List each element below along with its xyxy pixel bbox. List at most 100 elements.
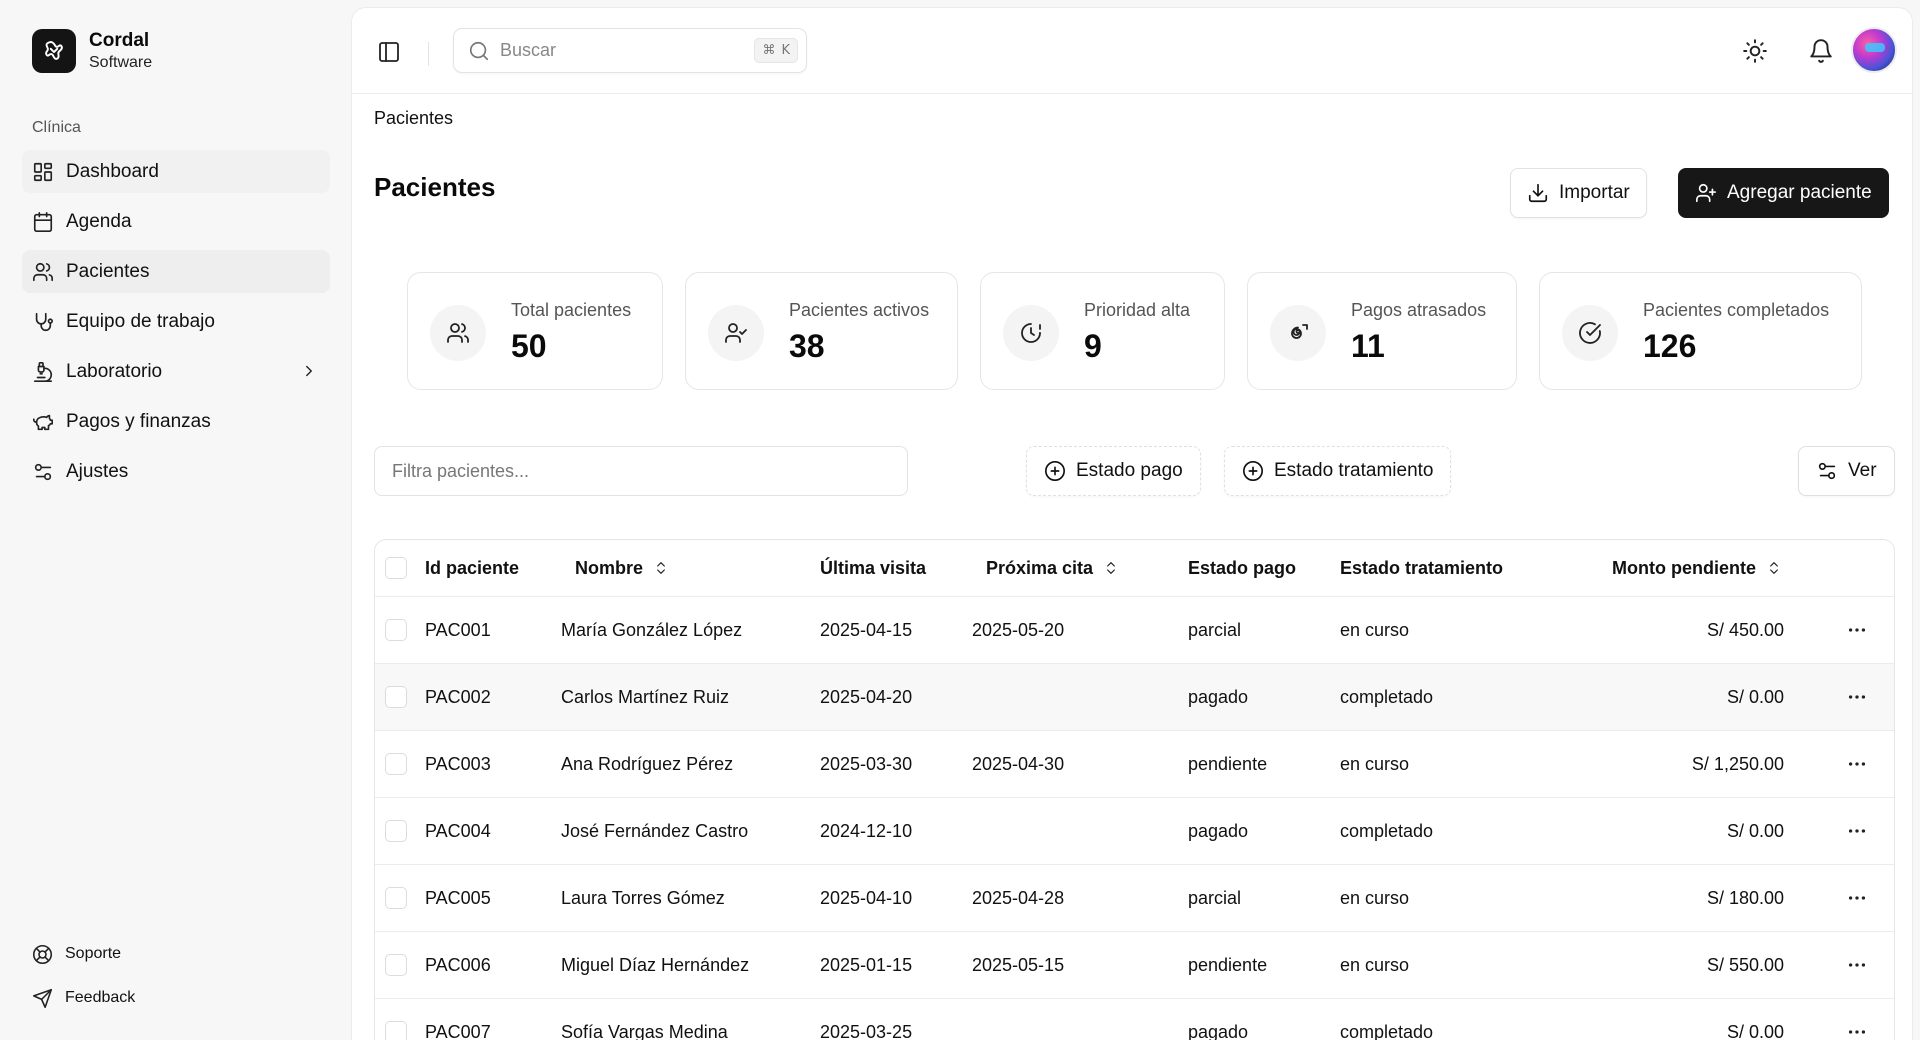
view-options-button[interactable]: Ver <box>1798 446 1895 496</box>
row-checkbox[interactable] <box>385 954 407 976</box>
stat-card-overdue: Pagos atrasados 11 <box>1247 272 1517 390</box>
patient-id: PAC001 <box>425 619 491 640</box>
treatment-status: completado <box>1340 820 1434 841</box>
column-header-next-label: Próxima cita <box>986 557 1094 578</box>
column-header-name[interactable]: Nombre <box>575 540 669 596</box>
patient-id: PAC006 <box>425 954 491 975</box>
treatment-status-filter[interactable]: Estado tratamiento <box>1224 446 1452 496</box>
settings-sliders-icon <box>1816 460 1838 482</box>
column-header-next-appointment[interactable]: Próxima cita <box>986 540 1119 596</box>
sidebar-item-laboratorio[interactable]: Laboratorio <box>22 350 330 393</box>
sidebar-item-label: Pagos y finanzas <box>66 410 211 432</box>
add-patient-button[interactable]: Agregar paciente <box>1678 168 1889 218</box>
last-visit: 2025-03-30 <box>820 753 913 774</box>
row-checkbox[interactable] <box>385 753 407 775</box>
column-header-treatment-status: Estado tratamiento <box>1340 557 1504 578</box>
table-row[interactable]: PAC001 María González López 2025-04-15 2… <box>375 597 1894 664</box>
sidebar-nav: Dashboard Agenda Pacientes Equipo de tra… <box>22 150 330 500</box>
treatment-status: en curso <box>1340 619 1410 640</box>
shortcut-key: K <box>781 43 790 58</box>
sidebar-item-label: Agenda <box>66 210 132 232</box>
last-visit: 2025-01-15 <box>820 954 913 975</box>
next-appointment: 2025-04-28 <box>972 887 1065 908</box>
column-header-name-label: Nombre <box>575 557 644 578</box>
sidebar-item-dashboard[interactable]: Dashboard <box>22 150 330 193</box>
sidebar-item-ajustes[interactable]: Ajustes <box>22 450 330 493</box>
payment-status: pendiente <box>1188 753 1268 774</box>
payment-status-filter[interactable]: Estado pago <box>1026 446 1201 496</box>
row-checkbox[interactable] <box>385 820 407 842</box>
brand-logo-icon <box>32 29 76 73</box>
stat-value: 126 <box>1643 328 1697 364</box>
sidebar-item-feedback[interactable]: Feedback <box>22 979 330 1017</box>
last-visit: 2025-03-25 <box>820 1021 913 1040</box>
next-appointment: 2025-04-30 <box>972 753 1065 774</box>
check-circle-icon <box>1562 305 1618 361</box>
sidebar: Cordal Software Clínica Dashboard Agenda… <box>0 0 352 1040</box>
row-checkbox[interactable] <box>385 1021 407 1040</box>
sort-icon <box>653 560 669 576</box>
sidebar-item-pacientes[interactable]: Pacientes <box>22 250 330 293</box>
row-actions-ellipsis-icon[interactable] <box>1846 887 1868 909</box>
row-actions-ellipsis-icon[interactable] <box>1846 954 1868 976</box>
microscope-icon <box>32 361 54 383</box>
row-actions-ellipsis-icon[interactable] <box>1846 753 1868 775</box>
last-visit: 2025-04-20 <box>820 686 913 707</box>
table-row[interactable]: PAC003 Ana Rodríguez Pérez 2025-03-30 20… <box>375 731 1894 798</box>
notifications-bell-icon[interactable] <box>1808 38 1834 64</box>
sidebar-item-pagos[interactable]: Pagos y finanzas <box>22 400 330 443</box>
sidebar-item-soporte[interactable]: Soporte <box>22 935 330 973</box>
piggy-bank-icon <box>32 411 54 433</box>
stat-label: Pacientes completados <box>1643 300 1830 320</box>
table-row[interactable]: PAC006 Miguel Díaz Hernández 2025-01-15 … <box>375 932 1894 999</box>
table-row[interactable]: PAC004 José Fernández Castro 2024-12-10 … <box>375 798 1894 865</box>
row-checkbox[interactable] <box>385 686 407 708</box>
payment-status: parcial <box>1188 619 1242 640</box>
search-input[interactable] <box>500 40 740 61</box>
patient-filter-input[interactable] <box>374 446 908 496</box>
users-icon <box>430 305 486 361</box>
row-checkbox[interactable] <box>385 887 407 909</box>
pending-amount: S/ 550.00 <box>1706 954 1784 975</box>
add-patient-button-label: Agregar paciente <box>1727 182 1872 203</box>
import-button[interactable]: Importar <box>1510 168 1647 218</box>
row-actions-ellipsis-icon[interactable] <box>1846 686 1868 708</box>
patient-id: PAC005 <box>425 887 491 908</box>
pending-amount: S/ 450.00 <box>1706 619 1784 640</box>
view-options-label: Ver <box>1848 460 1877 481</box>
settings-sliders-icon <box>32 461 54 483</box>
column-header-pending-amount[interactable]: Monto pendiente <box>1612 540 1782 596</box>
table-row[interactable]: PAC002 Carlos Martínez Ruiz 2025-04-20 p… <box>375 664 1894 731</box>
last-visit: 2024-12-10 <box>820 820 913 841</box>
patient-name: Laura Torres Gómez <box>561 887 725 908</box>
stat-label: Prioridad alta <box>1084 300 1191 320</box>
row-actions-ellipsis-icon[interactable] <box>1846 1021 1868 1040</box>
brand[interactable]: Cordal Software <box>32 29 152 73</box>
stat-value: 38 <box>789 328 825 364</box>
stat-label: Total pacientes <box>511 300 632 320</box>
table-row[interactable]: PAC007 Sofía Vargas Medina 2025-03-25 pa… <box>375 999 1894 1040</box>
calendar-icon <box>32 211 54 233</box>
patient-name: María González López <box>561 619 743 640</box>
user-avatar[interactable] <box>1851 27 1897 73</box>
stat-card-total: Total pacientes 50 <box>407 272 663 390</box>
search-box[interactable]: ⌘ K <box>453 28 807 73</box>
row-actions-ellipsis-icon[interactable] <box>1846 820 1868 842</box>
row-actions-ellipsis-icon[interactable] <box>1846 619 1868 641</box>
import-button-label: Importar <box>1559 182 1630 203</box>
sidebar-item-label: Pacientes <box>66 260 150 282</box>
theme-toggle-sun-icon[interactable] <box>1742 38 1768 64</box>
brand-name: Cordal <box>89 30 150 51</box>
select-all-checkbox[interactable] <box>385 557 407 579</box>
payment-status: pendiente <box>1188 954 1268 975</box>
sidebar-item-equipo[interactable]: Equipo de trabajo <box>22 300 330 343</box>
stat-label: Pagos atrasados <box>1351 300 1487 320</box>
table-row[interactable]: PAC005 Laura Torres Gómez 2025-04-10 202… <box>375 865 1894 932</box>
stat-value: 9 <box>1084 328 1102 364</box>
breadcrumb[interactable]: Pacientes <box>374 108 453 129</box>
sidebar-toggle-icon[interactable] <box>377 40 401 64</box>
sidebar-item-agenda[interactable]: Agenda <box>22 200 330 243</box>
sidebar-item-label: Soporte <box>65 945 122 962</box>
dashboard-icon <box>32 161 54 183</box>
row-checkbox[interactable] <box>385 619 407 641</box>
